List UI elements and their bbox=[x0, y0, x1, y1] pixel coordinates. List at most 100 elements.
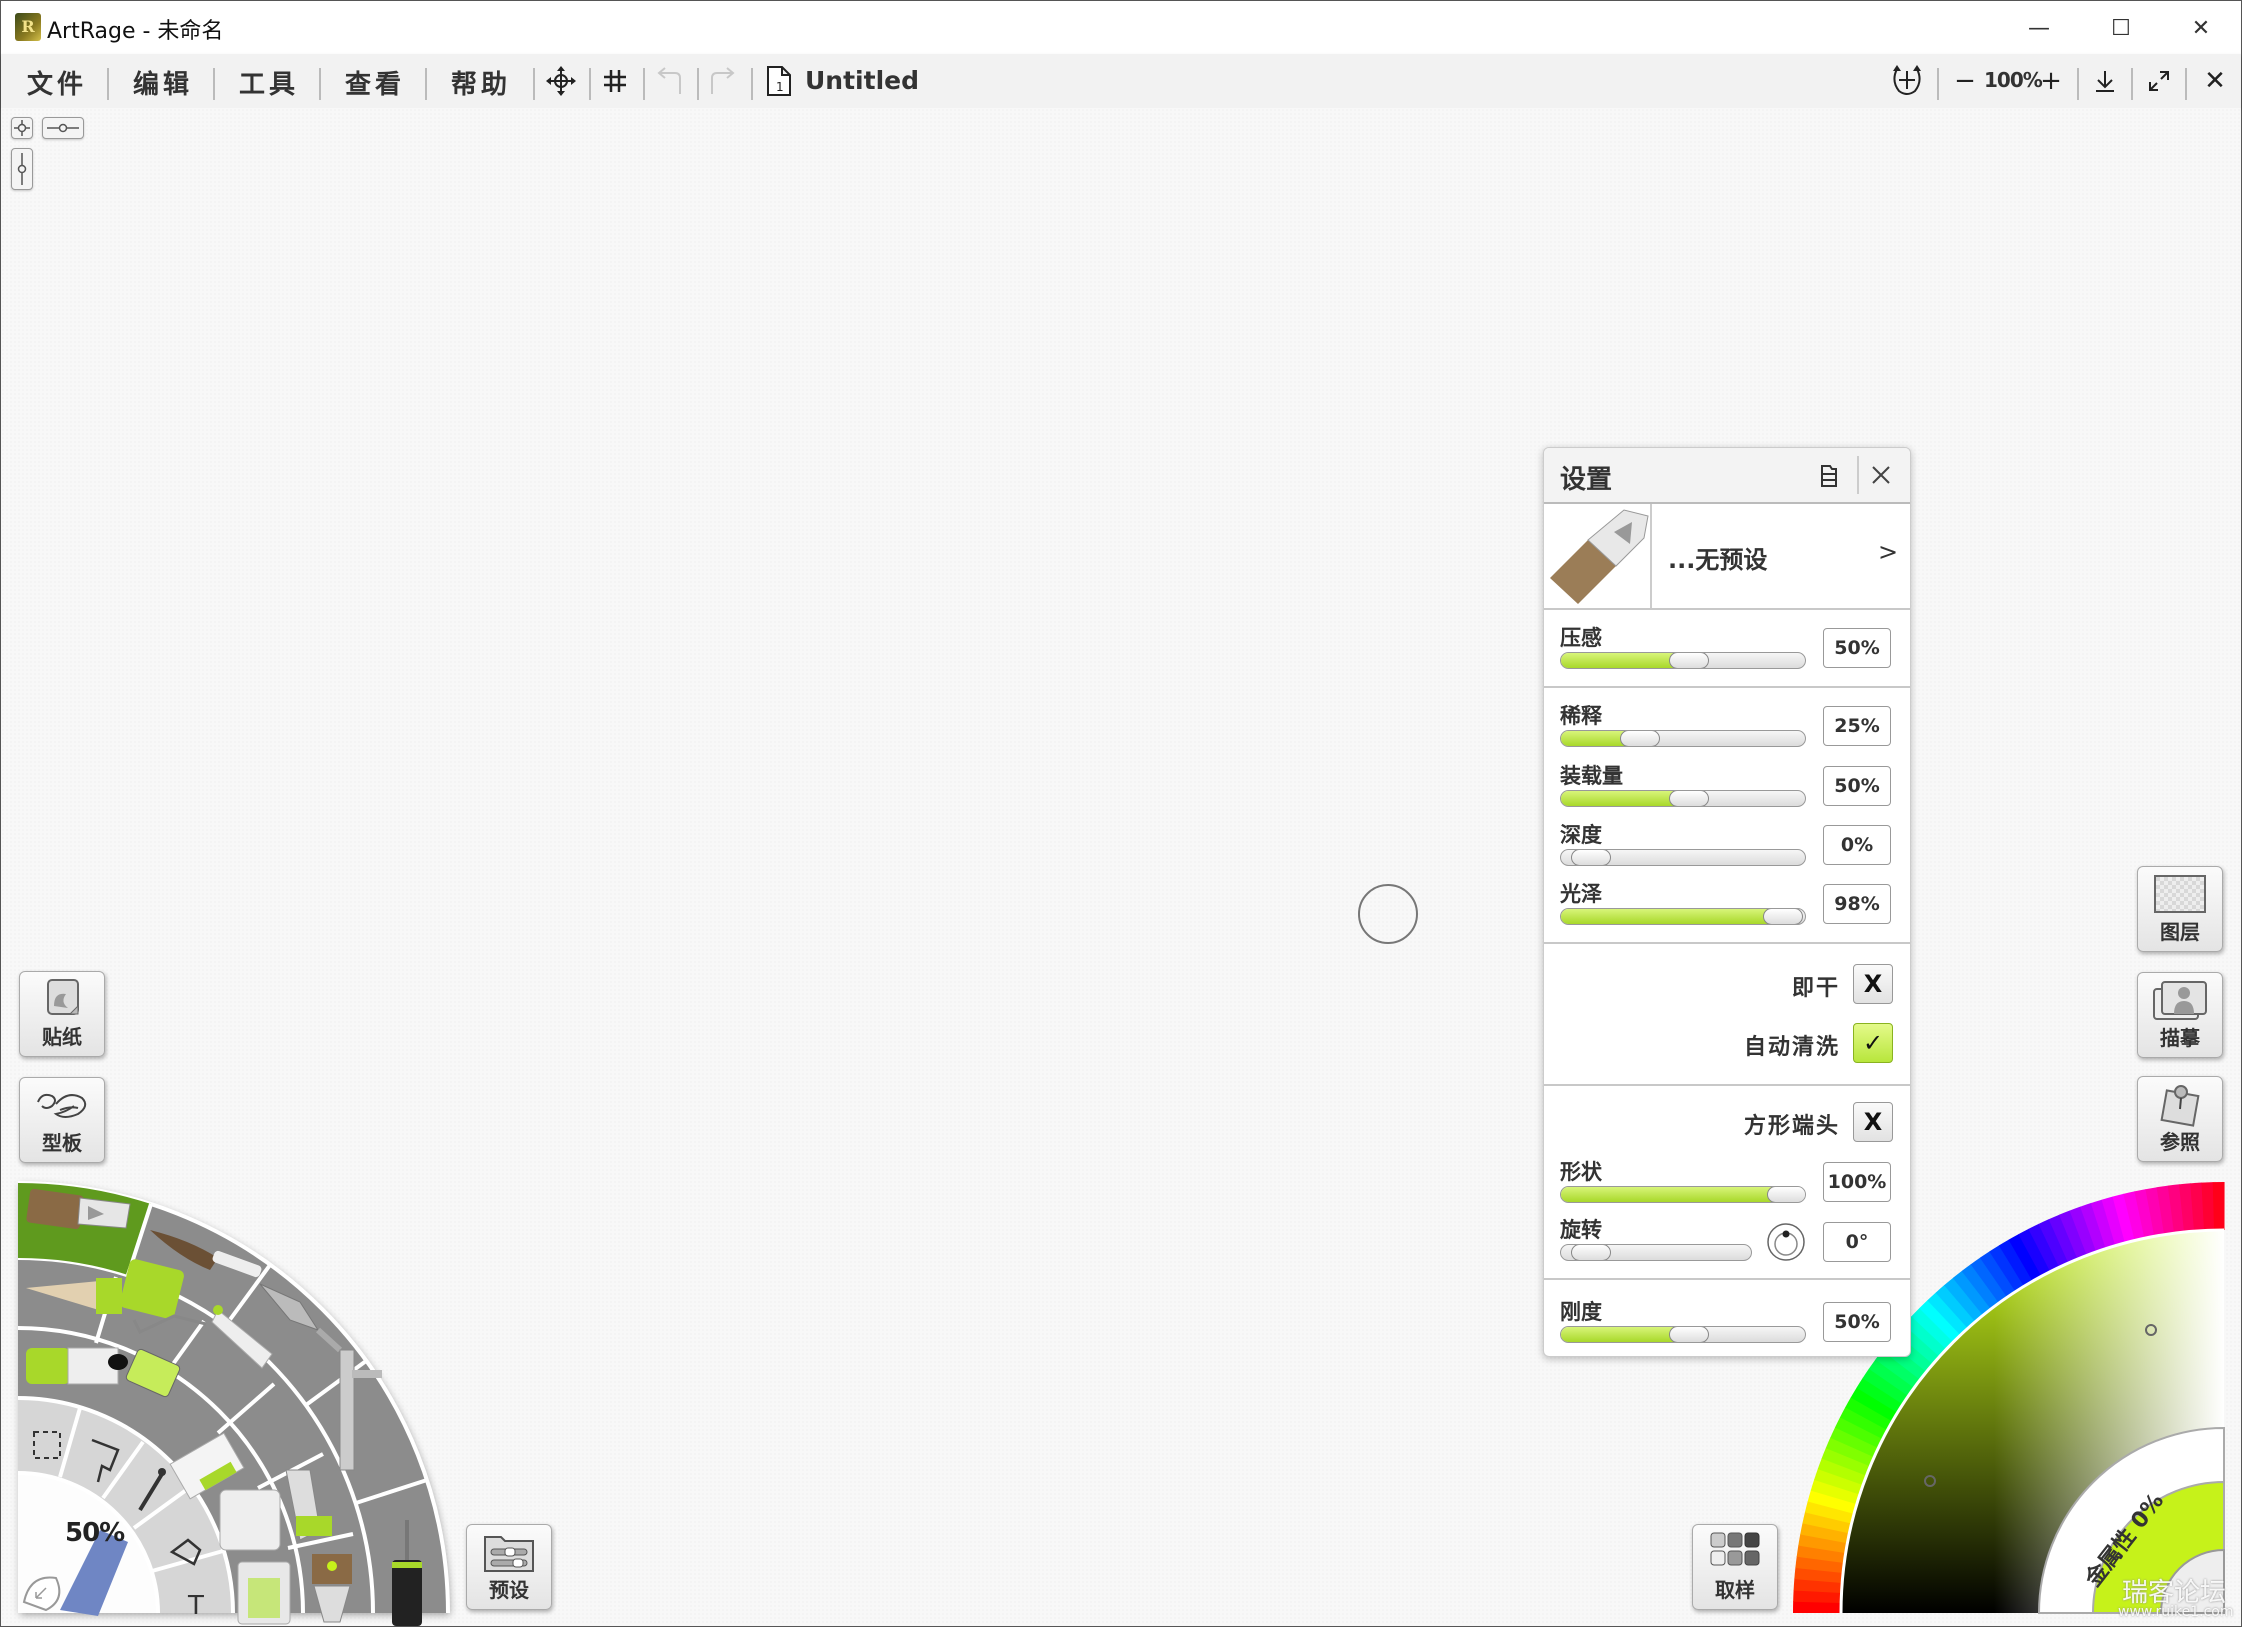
menu-tools[interactable]: 工具 bbox=[239, 64, 299, 101]
menu-help[interactable]: 帮助 bbox=[451, 64, 511, 101]
pinned-reference-icon bbox=[2160, 1085, 2200, 1127]
layers-label: 图层 bbox=[2160, 920, 2200, 944]
tracing-button[interactable]: 描摹 bbox=[2137, 972, 2223, 1058]
presets-button[interactable]: 预设 bbox=[466, 1524, 552, 1610]
document-button[interactable]: 1 bbox=[761, 64, 797, 98]
document-icon: 1 bbox=[767, 66, 791, 96]
glitter-jar-tool[interactable] bbox=[237, 1561, 291, 1625]
brush-preview-icon bbox=[1544, 504, 1650, 608]
rotate-canvas-button[interactable] bbox=[1889, 64, 1925, 98]
auto-clean-label: 自动清洗 bbox=[1743, 1035, 1840, 1060]
expand-icon bbox=[2149, 71, 2169, 91]
gloss-value[interactable]: 98% bbox=[1823, 884, 1891, 924]
oil-tube-tool[interactable] bbox=[219, 1489, 281, 1551]
settings-menu-button[interactable] bbox=[1814, 460, 1844, 490]
fullscreen-button[interactable] bbox=[2141, 64, 2177, 98]
menu-edit[interactable]: 编辑 bbox=[133, 64, 193, 101]
brush-cursor bbox=[1358, 884, 1418, 944]
plus-icon: + bbox=[2040, 66, 2062, 96]
layers-icon bbox=[2154, 875, 2206, 913]
close-window-button[interactable]: ✕ bbox=[2173, 9, 2229, 47]
close-settings-button[interactable] bbox=[1866, 460, 1896, 490]
redo-icon bbox=[711, 67, 735, 94]
grid-button[interactable] bbox=[597, 64, 633, 98]
move-canvas-button[interactable] bbox=[543, 64, 579, 98]
hue-segment[interactable] bbox=[2212, 1182, 2225, 1231]
tool-wheel: T bbox=[17, 1181, 450, 1626]
reference-button[interactable]: 参照 bbox=[2137, 1076, 2223, 1162]
document-title[interactable]: Untitled bbox=[805, 66, 919, 95]
sticker-icon bbox=[47, 979, 79, 1015]
stiffness-slider[interactable] bbox=[1560, 1326, 1806, 1343]
thinners-value[interactable]: 25% bbox=[1823, 706, 1891, 746]
depth-label: 深度 bbox=[1560, 823, 1602, 847]
layers-button[interactable]: 图层 bbox=[2137, 866, 2223, 952]
menu-view[interactable]: 查看 bbox=[345, 64, 405, 101]
hue-segment[interactable] bbox=[1793, 1601, 1842, 1613]
stiffness-label: 刚度 bbox=[1560, 1300, 1602, 1324]
section-divider bbox=[1544, 1278, 1910, 1280]
pressure-slider[interactable] bbox=[1560, 652, 1806, 669]
thinners-label: 稀释 bbox=[1560, 704, 1602, 728]
toolbar-divider bbox=[751, 68, 753, 100]
pressure-value[interactable]: 50% bbox=[1823, 628, 1891, 668]
rotation-dial-icon bbox=[1767, 1223, 1805, 1261]
maximize-button[interactable]: ☐ bbox=[2093, 9, 2149, 47]
vertical-scroll-toggle[interactable] bbox=[11, 148, 33, 190]
toolbar-divider bbox=[589, 68, 591, 100]
undo-button[interactable] bbox=[651, 64, 687, 98]
toolbar-divider bbox=[2131, 68, 2133, 100]
export-button[interactable] bbox=[2087, 64, 2123, 98]
stickers-button[interactable]: 贴纸 bbox=[19, 971, 105, 1057]
color-samples-icon bbox=[1710, 1532, 1760, 1566]
gloss-label: 光泽 bbox=[1560, 882, 1602, 906]
preset-selector[interactable]: ...无预设 > bbox=[1652, 504, 1910, 608]
loading-slider[interactable] bbox=[1560, 790, 1806, 807]
thinners-slider[interactable] bbox=[1560, 730, 1806, 747]
pressure-label: 压感 bbox=[1560, 626, 1602, 650]
shape-slider[interactable] bbox=[1560, 1186, 1806, 1203]
stiffness-value[interactable]: 50% bbox=[1823, 1302, 1891, 1342]
auto-clean-checkbox[interactable]: ✓ bbox=[1853, 1023, 1893, 1063]
shape-value[interactable]: 100% bbox=[1823, 1162, 1891, 1202]
minimize-icon: — bbox=[2028, 15, 2050, 41]
close-document-button[interactable]: ✕ bbox=[2197, 64, 2233, 98]
stencils-button[interactable]: 型板 bbox=[19, 1077, 105, 1163]
section-divider bbox=[1544, 608, 1910, 610]
brush-size-value[interactable]: 50% bbox=[65, 1518, 125, 1548]
svg-text:1: 1 bbox=[776, 80, 784, 94]
horizontal-scroll-toggle[interactable] bbox=[42, 117, 84, 139]
minus-icon: − bbox=[1954, 66, 1976, 96]
watermark-url: www.ruike1.com bbox=[2118, 1604, 2234, 1620]
stickers-label: 贴纸 bbox=[42, 1025, 82, 1049]
zoom-out-button[interactable]: − bbox=[1947, 64, 1983, 98]
instant-dry-checkbox[interactable]: X bbox=[1853, 964, 1893, 1004]
gloss-slider[interactable] bbox=[1560, 908, 1806, 925]
square-head-checkbox[interactable]: X bbox=[1853, 1102, 1893, 1142]
clipboard-icon bbox=[1821, 465, 1837, 487]
rotation-slider[interactable] bbox=[1560, 1244, 1752, 1261]
undo-icon bbox=[657, 67, 681, 94]
rotation-dial[interactable] bbox=[1766, 1222, 1806, 1262]
section-divider bbox=[1544, 686, 1910, 688]
depth-value[interactable]: 0% bbox=[1823, 825, 1891, 865]
settings-header: 设置 bbox=[1544, 448, 1910, 504]
rotation-value[interactable]: 0° bbox=[1823, 1222, 1891, 1262]
sampler-button[interactable]: 取样 bbox=[1692, 1524, 1778, 1610]
glitter-tube-tool[interactable] bbox=[26, 1347, 119, 1385]
title-bar: R ArtRage - 未命名 — ☐ ✕ bbox=[1, 1, 2241, 54]
toolbar-divider bbox=[533, 68, 535, 100]
menu-file[interactable]: 文件 bbox=[27, 64, 87, 101]
minimize-button[interactable]: — bbox=[2011, 9, 2067, 47]
zoom-in-button[interactable]: + bbox=[2033, 64, 2069, 98]
close-icon bbox=[1872, 466, 1890, 484]
toolbar-divider bbox=[425, 68, 427, 100]
redo-button[interactable] bbox=[705, 64, 741, 98]
canvas-position-button[interactable] bbox=[11, 117, 33, 139]
crosshair-icon bbox=[14, 120, 30, 136]
loading-value[interactable]: 50% bbox=[1823, 766, 1891, 806]
move-canvas-icon bbox=[546, 66, 576, 96]
stencil-icon bbox=[37, 1093, 87, 1118]
text-tool[interactable]: T bbox=[187, 1591, 204, 1621]
depth-slider[interactable] bbox=[1560, 849, 1806, 866]
